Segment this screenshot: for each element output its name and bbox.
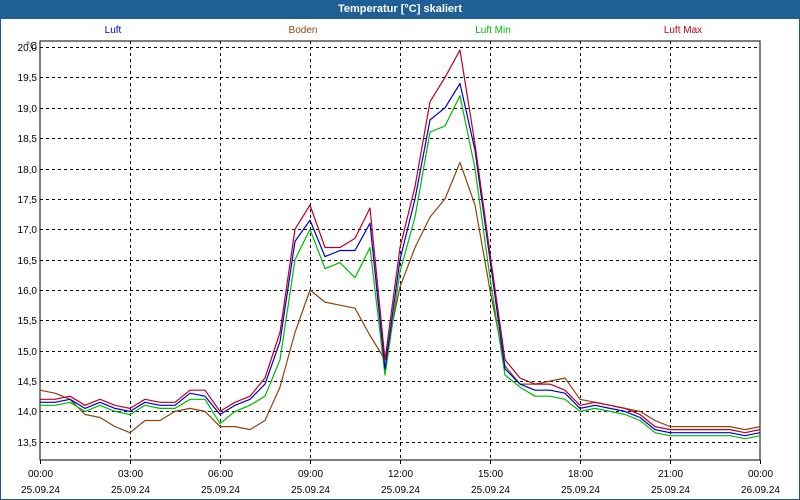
x-tick-time: 06:00 — [208, 469, 233, 480]
x-tick-time: 00:00 — [748, 469, 773, 480]
x-tick-date: 25.09.24 — [651, 485, 690, 496]
x-tick-time: 18:00 — [568, 469, 593, 480]
legend-item-boden: Boden — [289, 25, 318, 36]
y-tick-label: 14,5 — [18, 377, 38, 388]
x-tick-date: 25.09.24 — [291, 485, 330, 496]
y-tick-label: 15,5 — [18, 316, 38, 327]
legend-item-luft-min: Luft Min — [475, 25, 511, 36]
x-tick-time: 12:00 — [388, 469, 413, 480]
x-tick-date: 25.09.24 — [21, 485, 60, 496]
legend-item-luft: Luft — [105, 25, 122, 36]
x-tick-date: 25.09.24 — [471, 485, 510, 496]
y-tick-label: 18,0 — [18, 165, 38, 176]
chart-canvas: 20,019,519,018,518,017,517,016,516,015,5… — [18, 25, 781, 496]
y-tick-label: 16,0 — [18, 286, 38, 297]
x-tick-date: 25.09.24 — [561, 485, 600, 496]
y-axis-unit: °C — [26, 41, 37, 52]
x-tick-time: 21:00 — [658, 469, 683, 480]
y-tick-label: 15,0 — [18, 347, 38, 358]
y-tick-label: 19,5 — [18, 73, 38, 84]
legend-item-luft-max: Luft Max — [664, 25, 702, 36]
series-line-boden — [39, 161, 761, 434]
x-tick-date: 25.09.24 — [111, 485, 150, 496]
legend: Luft Boden Luft Min Luft Max — [105, 25, 703, 36]
y-axis-ticks: 20,019,519,018,518,017,517,016,516,015,5… — [18, 43, 38, 449]
x-tick-date: 25.09.24 — [201, 485, 240, 496]
x-tick-date: 26.09.24 — [741, 485, 780, 496]
x-tick-date: 25.09.24 — [381, 485, 420, 496]
series-line-luft-min — [40, 95, 761, 440]
y-tick-label: 14,0 — [18, 407, 38, 418]
x-tick-time: 00:00 — [28, 469, 53, 480]
y-tick-label: 13,5 — [18, 438, 38, 449]
y-tick-label: 19,0 — [18, 104, 38, 115]
x-tick-time: 03:00 — [118, 469, 143, 480]
y-tick-label: 16,5 — [18, 256, 38, 267]
x-tick-time: 09:00 — [298, 469, 323, 480]
y-tick-label: 17,5 — [18, 195, 38, 206]
y-tick-label: 17,0 — [18, 225, 38, 236]
y-tick-label: 18,5 — [18, 134, 38, 145]
x-axis-ticks: 00:00 25.09.24 03:00 25.09.24 06:00 25.09.24 0… — [21, 460, 780, 496]
series-line-luft — [40, 82, 761, 437]
x-tick-time: 15:00 — [478, 469, 503, 480]
